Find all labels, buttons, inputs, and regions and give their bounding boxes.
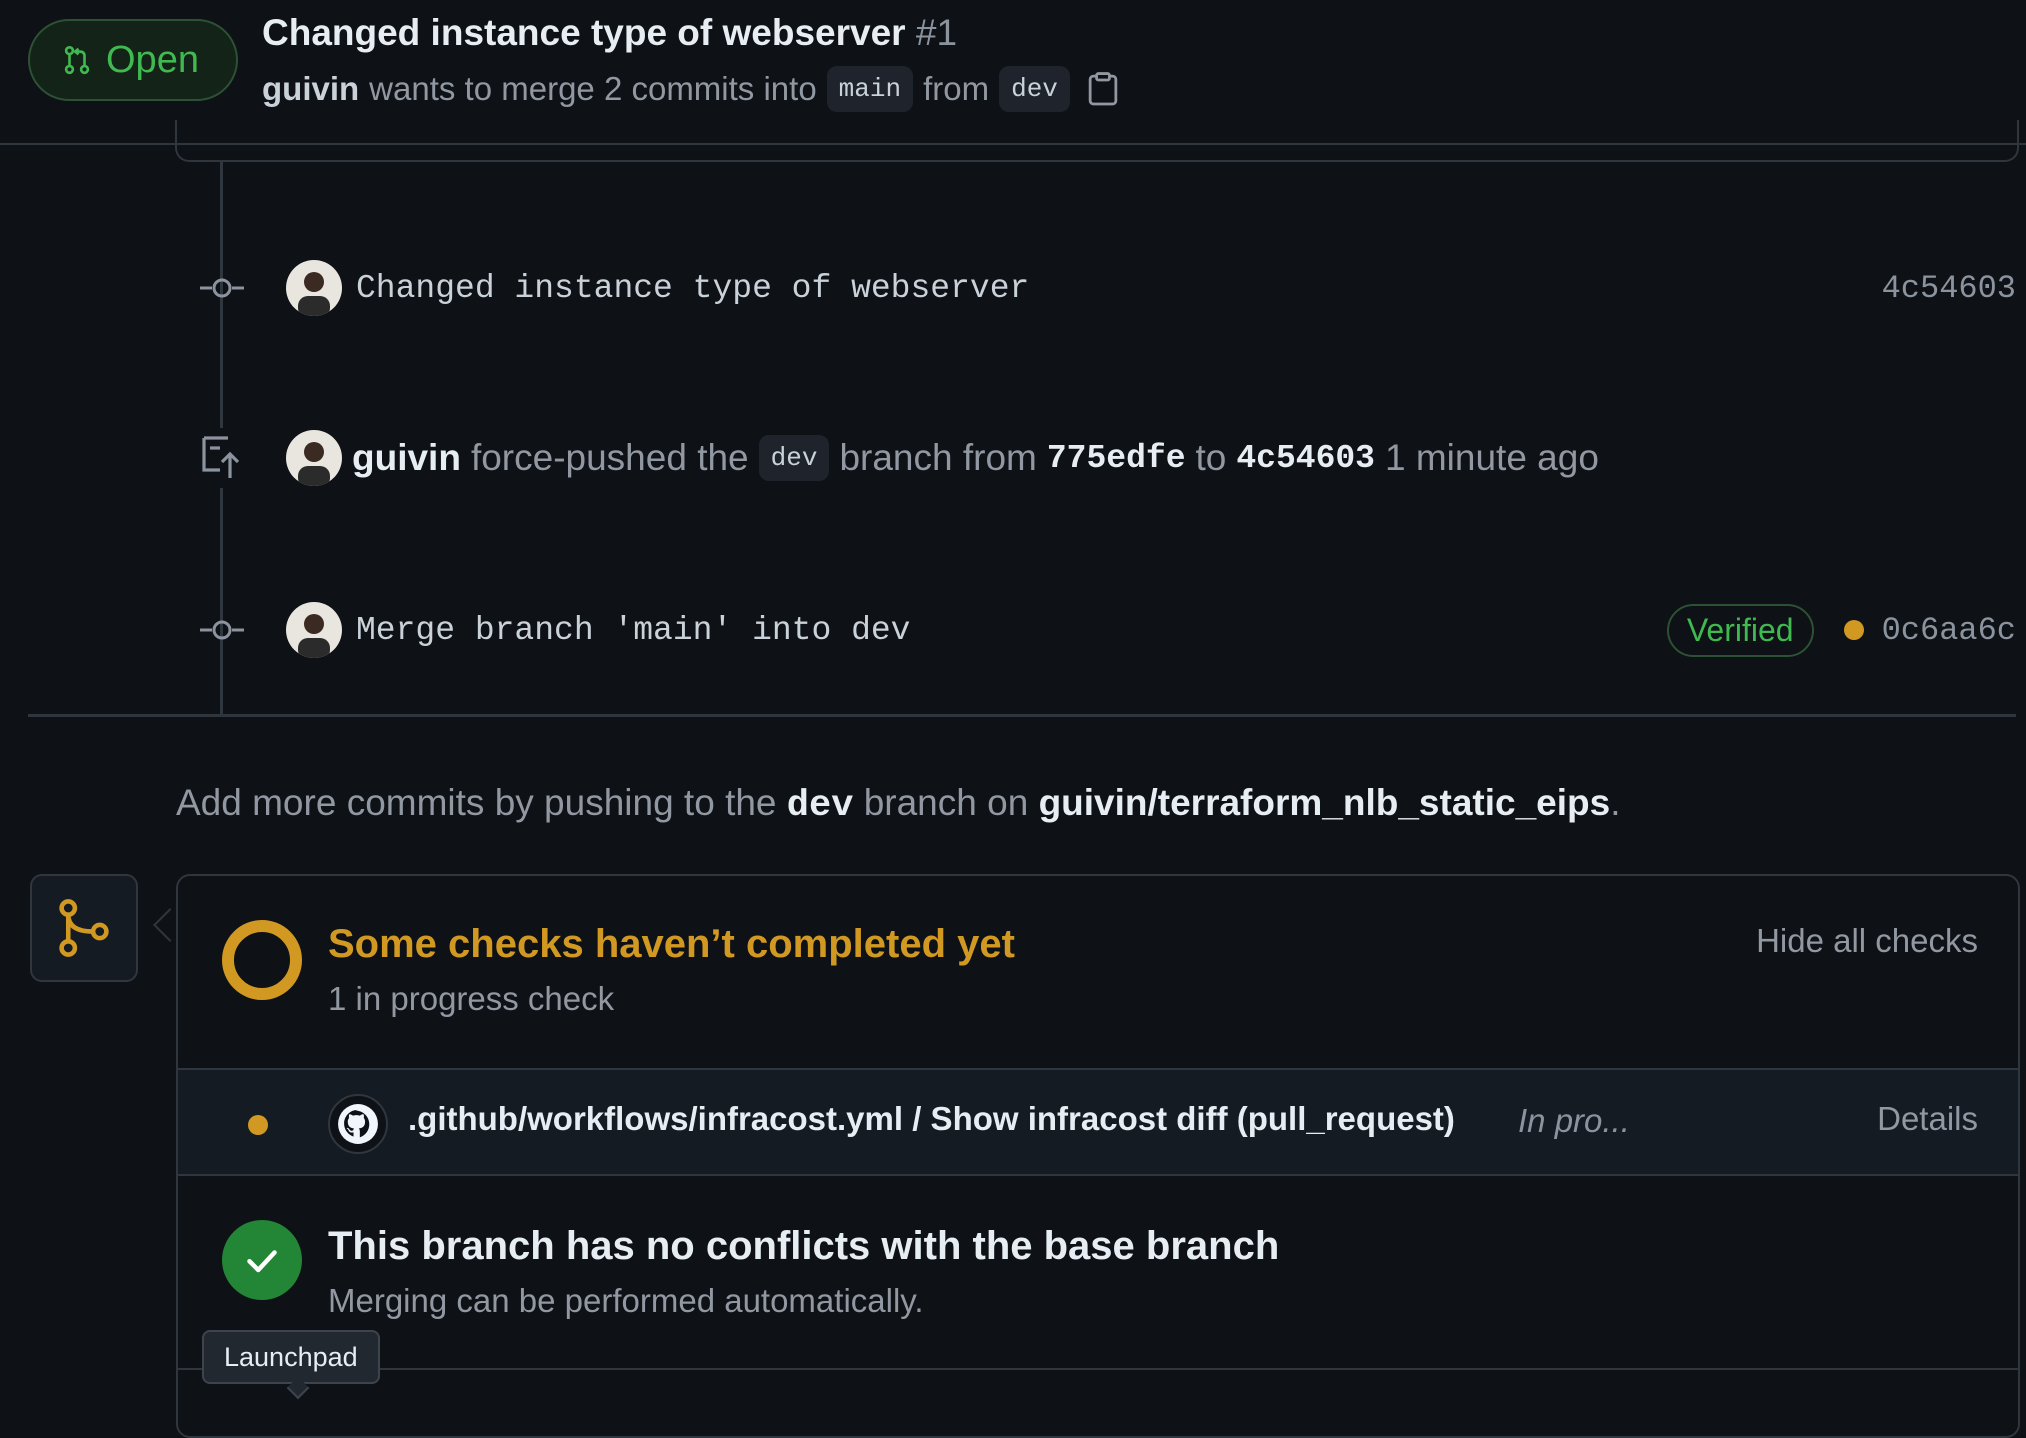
pr-title: Changed instance type of webserver #1 bbox=[262, 12, 957, 54]
commit-sha-link[interactable]: 0c6aa6c bbox=[1882, 612, 2016, 649]
timeline-divider bbox=[28, 714, 2016, 717]
event-text-part: branch from bbox=[839, 437, 1037, 478]
pending-status-dot[interactable] bbox=[1843, 620, 1864, 640]
hint-text: branch on bbox=[863, 782, 1029, 823]
commit-row: Changed instance type of webserver 4c546… bbox=[198, 258, 2016, 318]
add-more-commits-hint: Add more commits by pushing to the dev b… bbox=[176, 782, 1620, 827]
pr-title-text: Changed instance type of webserver bbox=[262, 12, 906, 53]
from-sha-link[interactable]: 775edfe bbox=[1047, 440, 1186, 477]
launchpad-tooltip: Launchpad bbox=[202, 1330, 380, 1384]
event-text-part: force-pushed the bbox=[470, 437, 749, 478]
event-text-part: to bbox=[1195, 437, 1227, 478]
avatar[interactable] bbox=[286, 260, 342, 316]
no-conflicts-subtitle: Merging can be performed automatically. bbox=[328, 1282, 924, 1319]
pr-merge-text: wants to merge 2 commits into bbox=[369, 70, 817, 107]
check-icon bbox=[247, 1250, 277, 1273]
no-conflicts-title: This branch has no conflicts with the ba… bbox=[328, 1224, 1280, 1268]
github-logo-icon bbox=[328, 1094, 388, 1154]
event-author-link[interactable]: guivin bbox=[352, 437, 461, 479]
commit-icon bbox=[200, 620, 244, 640]
panel-separator bbox=[178, 1368, 2018, 1370]
avatar[interactable] bbox=[286, 430, 342, 486]
checks-subtitle: 1 in progress check bbox=[328, 980, 615, 1017]
pr-author-link[interactable]: guivin bbox=[262, 70, 359, 108]
head-branch-chip[interactable]: dev bbox=[999, 66, 1070, 112]
base-branch-chip[interactable]: main bbox=[826, 66, 914, 112]
pending-ring-icon bbox=[222, 920, 302, 1000]
pr-from-text: from bbox=[923, 70, 990, 107]
checks-title: Some checks haven’t completed yet bbox=[328, 922, 1015, 966]
check-details-link[interactable]: Details bbox=[1877, 1100, 1978, 1138]
force-push-event: guivin force-pushed the dev branch from … bbox=[198, 428, 2016, 488]
previous-card-edge bbox=[175, 120, 2019, 162]
commit-sha-link[interactable]: 4c54603 bbox=[1882, 270, 2016, 307]
commit-row: Merge branch 'main' into dev Verified 0c… bbox=[198, 600, 2016, 660]
check-pending-dot bbox=[248, 1115, 268, 1135]
copy-icon[interactable] bbox=[1088, 71, 1118, 107]
commit-message-link[interactable]: Merge branch 'main' into dev bbox=[356, 612, 911, 649]
hint-text: Add more commits by pushing to the bbox=[176, 782, 777, 823]
check-item: .github/workflows/infracost.yml / Show i… bbox=[178, 1068, 2018, 1176]
success-circle bbox=[222, 1220, 302, 1300]
verified-badge[interactable]: Verified bbox=[1666, 603, 1814, 657]
branch-chip[interactable]: dev bbox=[758, 435, 830, 481]
avatar[interactable] bbox=[286, 602, 342, 658]
merge-panel: Some checks haven’t completed yet 1 in p… bbox=[176, 874, 2020, 1438]
to-sha-link[interactable]: 4c54603 bbox=[1236, 440, 1375, 477]
pr-status-label: Open bbox=[106, 38, 199, 81]
checks-summary: Some checks haven’t completed yet 1 in p… bbox=[178, 876, 2018, 1068]
pull-request-icon bbox=[64, 45, 90, 75]
hide-all-checks-button[interactable]: Hide all checks bbox=[1756, 922, 1978, 960]
pr-number: #1 bbox=[915, 12, 958, 53]
commit-message-link[interactable]: Changed instance type of webserver bbox=[356, 270, 1029, 307]
git-merge-icon bbox=[59, 899, 109, 957]
force-push-text: guivin force-pushed the dev branch from … bbox=[352, 435, 1599, 481]
check-status: In pro... bbox=[1518, 1102, 1630, 1139]
force-push-icon bbox=[202, 436, 240, 478]
commit-icon bbox=[200, 278, 244, 298]
pr-status-badge: Open bbox=[28, 19, 238, 101]
pr-subtitle: guivin wants to merge 2 commits into mai… bbox=[262, 66, 1118, 112]
check-name: .github/workflows/infracost.yml / Show i… bbox=[408, 1100, 1455, 1137]
event-time[interactable]: 1 minute ago bbox=[1385, 437, 1599, 479]
hint-branch: dev bbox=[786, 785, 854, 827]
repo-link[interactable]: guivin/terraform_nlb_static_eips bbox=[1039, 782, 1611, 823]
hint-text: . bbox=[1610, 782, 1621, 823]
merge-status-icon-box bbox=[30, 874, 138, 982]
